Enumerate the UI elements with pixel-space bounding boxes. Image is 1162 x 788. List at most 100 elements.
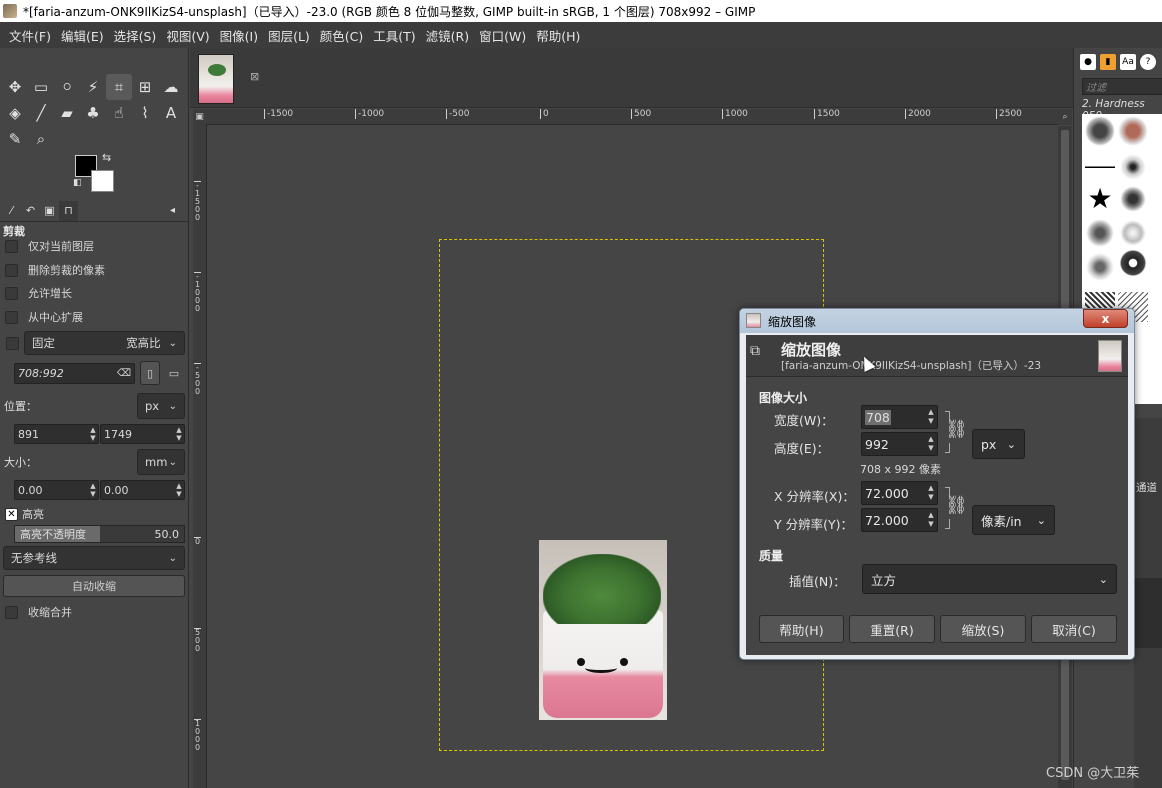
brush-chalk[interactable]: [1085, 252, 1115, 282]
move-tool-icon[interactable]: ✥: [2, 74, 28, 100]
size-unit-combo[interactable]: px ⌄: [972, 429, 1025, 459]
bucket-fill-icon[interactable]: ◈: [2, 100, 28, 126]
dialog-close-button[interactable]: x: [1083, 309, 1128, 328]
text-icon[interactable]: A: [158, 100, 184, 126]
size-unit-combo[interactable]: mm ⌄: [137, 449, 185, 475]
checkbox-box[interactable]: [5, 239, 18, 253]
brushes-tab-icon[interactable]: ●: [1080, 54, 1096, 70]
menu-filters[interactable]: 滤镜(R): [421, 26, 474, 45]
scale-button[interactable]: 缩放(S): [940, 615, 1026, 643]
color-picker-icon[interactable]: ✎: [2, 126, 28, 152]
dialog-title-bar[interactable]: 缩放图像: [740, 309, 1134, 333]
warp-icon[interactable]: ☁: [158, 74, 184, 100]
checkbox-checked-icon[interactable]: ✕: [5, 507, 18, 521]
position-x-input[interactable]: 891 ▲ ▼: [14, 424, 99, 444]
fixed-aspect-combo[interactable]: 固定 宽高比 ⌄: [24, 331, 185, 355]
menu-help[interactable]: 帮助(H): [531, 26, 585, 45]
menu-edit[interactable]: 编辑(E): [56, 26, 109, 45]
spin-arrows-icon[interactable]: ▲ ▼: [925, 484, 937, 502]
resolution-unit-combo[interactable]: 像素/in ⌄: [972, 505, 1055, 535]
menu-file[interactable]: 文件(F): [4, 26, 56, 45]
tab-undo-history[interactable]: ↶: [21, 201, 40, 221]
spin-arrows-icon[interactable]: ▲ ▼: [925, 408, 937, 426]
eraser-icon[interactable]: ▰: [54, 100, 80, 126]
clone-icon[interactable]: ♣: [80, 100, 106, 126]
spin-arrows-icon[interactable]: ▲ ▼: [88, 482, 98, 498]
patterns-tab-icon[interactable]: ▮: [1100, 54, 1116, 70]
checkbox-expand-from-center[interactable]: 从中心扩展: [5, 309, 83, 325]
close-icon[interactable]: ⊠: [250, 70, 259, 83]
help-button[interactable]: 帮助(H): [759, 615, 844, 643]
fonts-tab-icon[interactable]: Aa: [1120, 54, 1136, 70]
position-y-input[interactable]: 1749 ▲ ▼: [100, 424, 185, 444]
background-color-swatch[interactable]: [91, 170, 114, 192]
checkbox-highlight[interactable]: ✕ 高亮: [5, 506, 44, 522]
menu-windows[interactable]: 窗口(W): [474, 26, 531, 45]
quick-mask-icon[interactable]: ▣: [193, 109, 206, 125]
menu-layer[interactable]: 图层(L): [263, 26, 315, 45]
menu-select[interactable]: 选择(S): [109, 26, 162, 45]
chain-link-icon[interactable]: ⛓: [945, 495, 968, 516]
spin-arrows-icon[interactable]: ▲ ▼: [174, 426, 184, 442]
landscape-button[interactable]: ▭: [164, 361, 184, 385]
brush-bubbles[interactable]: [1118, 248, 1148, 278]
transform-icon[interactable]: ⊞: [132, 74, 158, 100]
checkbox-shrink-merged[interactable]: 收缩合并: [5, 604, 72, 620]
rect-select-icon[interactable]: ▭: [28, 74, 54, 100]
height-input[interactable]: 992 ▲ ▼: [861, 432, 938, 456]
brush-portrait-color[interactable]: [1118, 116, 1148, 146]
size-width-input[interactable]: 0.00 ▲ ▼: [14, 480, 99, 500]
checkbox-box[interactable]: [5, 263, 18, 277]
checkbox-box[interactable]: [5, 310, 18, 324]
interpolation-combo[interactable]: 立方 ⌄: [862, 564, 1117, 594]
position-unit-combo[interactable]: px ⌄: [137, 393, 185, 419]
tab-images[interactable]: ▣: [40, 201, 59, 221]
layers-list[interactable]: [1134, 578, 1162, 648]
auto-shrink-button[interactable]: 自动收缩: [3, 575, 185, 597]
image-tab-thumbnail[interactable]: [198, 54, 234, 104]
tab-channels[interactable]: 通道: [1136, 480, 1157, 495]
brush-texture[interactable]: [1085, 218, 1115, 248]
x-resolution-input[interactable]: 72.000 ▲ ▼: [861, 481, 938, 505]
checkbox-fixed[interactable]: [6, 337, 19, 350]
highlight-opacity-slider[interactable]: 高亮不透明度 50.0: [14, 525, 185, 543]
y-resolution-input[interactable]: 72.000 ▲ ▼: [861, 508, 938, 532]
menu-tools[interactable]: 工具(T): [368, 26, 420, 45]
cancel-button[interactable]: 取消(C): [1031, 615, 1117, 643]
width-input[interactable]: 708 ▲ ▼: [861, 405, 938, 429]
spin-arrows-icon[interactable]: ▲ ▼: [925, 511, 937, 529]
help-icon[interactable]: ?: [1140, 54, 1156, 70]
checkbox-current-layer-only[interactable]: 仅对当前图层: [5, 238, 94, 254]
checkbox-box[interactable]: [5, 286, 18, 300]
checkbox-delete-cropped[interactable]: 删除剪裁的像素: [5, 262, 105, 278]
brush-line[interactable]: [1085, 152, 1115, 182]
lasso-icon[interactable]: ဝ: [54, 74, 80, 100]
brush-soft[interactable]: [1118, 152, 1148, 182]
dock-menu-icon[interactable]: ◂: [163, 201, 182, 221]
brush-filter-input[interactable]: 过滤: [1082, 78, 1162, 95]
tab-tool-presets[interactable]: ⁄: [2, 201, 21, 221]
chain-link-icon[interactable]: ⛓: [945, 419, 968, 440]
brush-star[interactable]: ★: [1085, 184, 1115, 214]
spin-arrows-icon[interactable]: ▲ ▼: [88, 426, 98, 442]
spin-arrows-icon[interactable]: ▲ ▼: [174, 482, 184, 498]
aspect-ratio-input[interactable]: 708:992 ⌫: [14, 363, 135, 384]
zoom-icon[interactable]: ⌕: [28, 126, 54, 152]
spin-arrows-icon[interactable]: ▲ ▼: [925, 435, 937, 453]
tab-tool-options[interactable]: ⊓: [59, 200, 78, 221]
size-height-input[interactable]: 0.00 ▲ ▼: [100, 480, 185, 500]
checkbox-allow-growing[interactable]: 允许增长: [5, 285, 72, 301]
portrait-button[interactable]: ▯: [140, 361, 160, 385]
brush-portrait[interactable]: [1085, 116, 1115, 146]
menu-colors[interactable]: 颜色(C): [315, 26, 368, 45]
brush-texture-2[interactable]: [1118, 218, 1148, 248]
guides-combo[interactable]: 无参考线 ⌄: [3, 546, 185, 570]
crop-icon[interactable]: ⌗: [106, 74, 132, 100]
reset-button[interactable]: 重置(R): [849, 615, 935, 643]
fuzzy-select-icon[interactable]: ⚡: [80, 74, 106, 100]
menu-view[interactable]: 视图(V): [161, 26, 214, 45]
menu-image[interactable]: 图像(I): [215, 26, 263, 45]
clear-icon[interactable]: ⌫: [117, 368, 131, 379]
swap-colors-icon[interactable]: ⇆: [102, 151, 111, 164]
zoom-fit-icon[interactable]: ⌕: [1058, 109, 1072, 125]
